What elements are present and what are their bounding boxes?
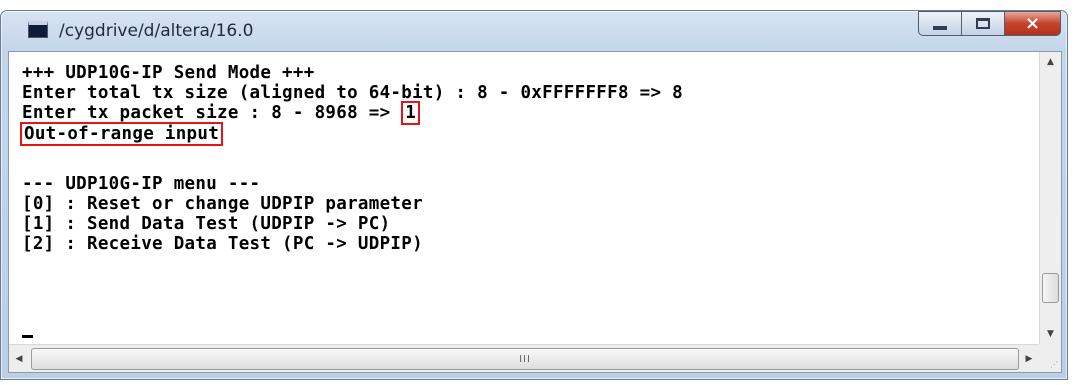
scroll-down-arrow-icon[interactable]: ▼ <box>1040 324 1061 344</box>
grip-icon: III <box>519 353 531 365</box>
window-title: /cygdrive/d/altera/16.0 <box>59 21 254 41</box>
console-line: Out-of-range input <box>20 122 224 146</box>
minimize-button[interactable] <box>918 11 961 36</box>
vertical-scrollbar[interactable]: ▲ ▼ <box>1039 52 1061 344</box>
console-window-icon[interactable] <box>28 21 48 38</box>
scroll-left-arrow-icon[interactable]: ◀ <box>9 345 29 372</box>
console-output[interactable]: +++ UDP10G-IP Send Mode +++ Enter total … <box>9 52 1039 344</box>
console-line: Enter tx packet size : 8 - 8968 => 1 <box>22 101 421 125</box>
error-message: Out-of-range input <box>20 122 224 146</box>
console-line: --- UDP10G-IP menu --- <box>22 174 261 194</box>
text-cursor <box>22 335 33 338</box>
minimize-icon <box>933 25 947 30</box>
scrollbar-corner: ⋰ <box>1039 344 1061 372</box>
terminal-window: /cygdrive/d/altera/16.0 × +++ UDP10G-IP … <box>0 10 1068 380</box>
console-line: Enter total tx size (aligned to 64-bit) … <box>22 83 683 103</box>
vertical-scroll-thumb[interactable] <box>1042 273 1059 303</box>
close-icon: × <box>1024 12 1041 34</box>
console-line: [0] : Reset or change UDPIP parameter <box>22 194 423 214</box>
horizontal-scrollbar[interactable]: ◀ III ▶ <box>9 344 1039 372</box>
horizontal-scroll-thumb[interactable]: III <box>31 348 1019 370</box>
console-line: +++ UDP10G-IP Send Mode +++ <box>22 63 315 83</box>
scroll-up-arrow-icon[interactable]: ▲ <box>1040 52 1061 72</box>
title-bar[interactable]: /cygdrive/d/altera/16.0 × <box>1 11 1067 51</box>
highlighted-input-value: 1 <box>401 101 421 125</box>
console-line: [2] : Receive Data Test (PC -> UDPIP) <box>22 234 423 254</box>
prompt-text: Enter tx packet size : 8 - 8968 => <box>22 103 402 123</box>
close-button[interactable]: × <box>1004 11 1061 36</box>
console-line: [1] : Send Data Test (UDPIP -> PC) <box>22 214 391 234</box>
resize-grip-icon[interactable]: ⋰ <box>1050 360 1058 369</box>
scroll-right-arrow-icon[interactable]: ▶ <box>1019 345 1039 372</box>
maximize-button[interactable] <box>961 11 1004 36</box>
maximize-icon <box>976 18 990 29</box>
console-client-area: +++ UDP10G-IP Send Mode +++ Enter total … <box>8 51 1062 373</box>
